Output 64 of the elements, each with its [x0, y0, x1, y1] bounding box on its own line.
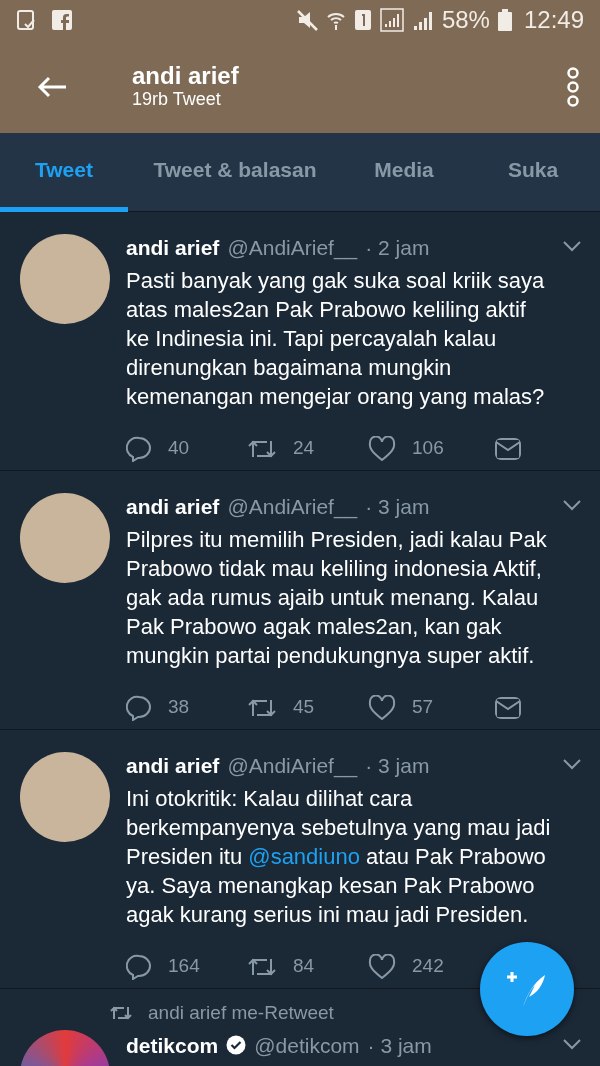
- signal-box-icon: [379, 8, 404, 32]
- speech-bubble-icon: [126, 694, 152, 721]
- heart-icon: [368, 435, 396, 462]
- like-button[interactable]: 242: [368, 952, 444, 981]
- profile-tab[interactable]: Suka: [466, 133, 600, 212]
- mention-link[interactable]: @sandiuno: [248, 843, 360, 869]
- message-button[interactable]: [495, 696, 521, 719]
- envelope-icon: [495, 437, 521, 460]
- author-name: andi arief: [126, 753, 220, 779]
- speech-bubble-icon: [126, 953, 152, 980]
- tweet-count: 19rb Tweet: [132, 88, 222, 111]
- reply-button[interactable]: 38: [126, 693, 247, 722]
- reply-button[interactable]: 40: [126, 434, 247, 463]
- profile-name: andi arief: [132, 62, 239, 89]
- profile-tab[interactable]: Tweet & balasan: [128, 133, 342, 212]
- facebook-icon: [52, 10, 72, 30]
- sim-icon: [353, 9, 372, 31]
- author-handle: @detikcom: [254, 1032, 360, 1059]
- tablet-check-icon: [16, 9, 36, 31]
- message-button[interactable]: [495, 437, 521, 460]
- tweet-time: · 3 jam: [365, 753, 430, 779]
- tweet-text: Pasti banyak yang gak suka soal kriik saya atas males2an Pak Prabowo keliling aktif ke Indinesia ini. Tapi percayalah kalau direnungkan bagaimana mungkin kemenangan mengejar orang yang malas?: [126, 266, 546, 411]
- tweet-menu-button[interactable]: [562, 1037, 582, 1050]
- retweet-button[interactable]: 84: [247, 952, 368, 981]
- tweet-text: Ini otokritik: Kalau dilihat cara berkempanyenya sebetulnya yang mau jadi Presiden itu @sandiuno atau Pak Prabowo ya. Saya menangkap kesan Pak Prabowo agak kurang serius ini mau jadi Presiden.: [126, 784, 551, 929]
- retweet-label: andi arief me-Retweet: [148, 1001, 334, 1025]
- speech-bubble-icon: [126, 435, 152, 462]
- author-handle: @AndiArief__: [227, 753, 358, 780]
- author-name: andi arief: [126, 235, 220, 261]
- tweet-menu-button[interactable]: [562, 499, 582, 511]
- tweet-time: · 3 jam: [367, 1032, 432, 1059]
- envelope-icon: [495, 696, 521, 719]
- author-name: andi arief: [126, 494, 220, 520]
- retweet-button[interactable]: 24: [247, 434, 368, 463]
- like-button[interactable]: 106: [368, 434, 444, 463]
- clock: 12:49: [523, 5, 584, 35]
- battery-level: 58%: [441, 5, 490, 35]
- back-arrow-icon: [36, 74, 68, 99]
- more-options-icon: [566, 66, 580, 107]
- profile-tab[interactable]: Media: [342, 133, 466, 212]
- battery-icon: [497, 9, 512, 31]
- profile-tab[interactable]: Tweet: [0, 133, 128, 212]
- tweet-text: Pilpres itu memilih Presiden, jadi kalau Pak Prabowo tidak mau keliling indonesia Aktif, gak ada rumus ajaib untuk menang. Kalau Pak Prabowo agak males2an, kan gak mungkin partai pendukungnya super aktif.: [126, 525, 548, 670]
- chevron-down-icon: [562, 758, 582, 770]
- tweet-menu-button[interactable]: [562, 758, 582, 770]
- heart-icon: [368, 953, 396, 980]
- chevron-down-icon: [562, 240, 582, 252]
- retweet-icon: [110, 1005, 132, 1022]
- author-handle: @AndiArief__: [227, 494, 358, 521]
- mute-icon: [295, 9, 318, 31]
- heart-icon: [368, 694, 396, 721]
- author-name: detikcom: [126, 1032, 219, 1059]
- like-button[interactable]: 57: [368, 693, 434, 722]
- author-handle: @AndiArief__: [227, 235, 358, 262]
- chevron-down-icon: [562, 499, 582, 511]
- retweet-button[interactable]: 45: [247, 693, 368, 722]
- tweet-time: · 2 jam: [365, 235, 430, 261]
- tweet-time: · 3 jam: [365, 494, 430, 520]
- reply-button[interactable]: 164: [126, 952, 247, 981]
- tweet-menu-button[interactable]: [562, 240, 582, 252]
- more-options-button[interactable]: [566, 66, 580, 107]
- back-button[interactable]: [36, 74, 68, 99]
- signal-icon: [411, 9, 434, 31]
- chevron-down-icon: [562, 1037, 582, 1050]
